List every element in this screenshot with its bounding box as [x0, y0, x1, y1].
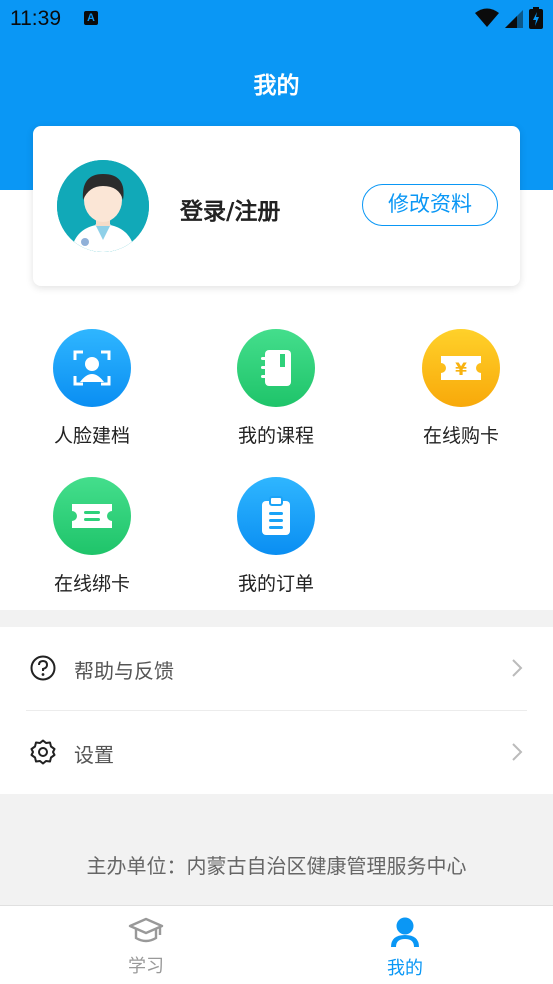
notification-icon: A: [84, 11, 98, 25]
help-icon: [30, 655, 56, 681]
ticket-icon: [53, 477, 131, 555]
menu-list: 帮助与反馈 设置: [0, 627, 553, 794]
grid-label: 我的订单: [237, 573, 314, 595]
organizer-text: 主办单位：内蒙古自治区健康管理服务中心: [86, 854, 467, 878]
edit-profile-button[interactable]: 修改资料: [362, 184, 498, 226]
doctor-avatar-icon: [57, 160, 149, 252]
profile-card: 登录/注册 修改资料: [33, 126, 520, 286]
signal-icon: [505, 10, 523, 28]
grid-item-bind-card[interactable]: 在线绑卡: [12, 477, 172, 596]
menu-item-help-feedback[interactable]: 帮助与反馈: [0, 627, 553, 711]
menu-item-label: 设置: [74, 743, 114, 767]
menu-item-settings[interactable]: 设置: [0, 711, 553, 794]
settings-icon: [30, 739, 56, 765]
face-scan-icon: [53, 329, 131, 407]
grid-label: 在线购卡: [422, 425, 499, 447]
svg-text:¥: ¥: [455, 360, 467, 380]
notebook-icon: [237, 329, 315, 407]
chevron-right-icon: [512, 659, 523, 677]
grid-item-my-orders[interactable]: 我的订单: [196, 477, 356, 596]
grid-item-face-profile[interactable]: 人脸建档: [12, 329, 172, 448]
grid-item-my-courses[interactable]: 我的课程: [196, 329, 356, 448]
grid-label: 在线绑卡: [53, 573, 130, 595]
wifi-icon: [475, 8, 499, 27]
status-indicators: [475, 7, 543, 29]
grid-label: 人脸建档: [53, 425, 130, 447]
yen-ticket-icon: ¥: [422, 329, 500, 407]
login-register-link[interactable]: 登录/注册: [180, 192, 280, 226]
avatar[interactable]: [57, 160, 149, 252]
bottom-tab-bar: 学习 我的: [0, 905, 553, 984]
tab-study[interactable]: 学习: [86, 916, 206, 978]
menu-item-label: 帮助与反馈: [74, 659, 174, 683]
tab-label: 我的: [387, 958, 423, 979]
grid-item-buy-card[interactable]: ¥ 在线购卡: [381, 329, 541, 448]
chevron-right-icon: [512, 743, 523, 761]
clipboard-icon: [237, 477, 315, 555]
status-time: 11:39: [10, 7, 61, 30]
grid-label: 我的课程: [237, 425, 314, 447]
person-icon: [391, 917, 419, 947]
tab-mine[interactable]: 我的: [345, 916, 465, 980]
page-title: 我的: [253, 73, 300, 99]
status-bar: 11:39 A: [0, 0, 553, 40]
tab-label: 学习: [128, 956, 164, 977]
graduation-cap-icon: [128, 917, 164, 943]
battery-icon: [529, 7, 543, 29]
